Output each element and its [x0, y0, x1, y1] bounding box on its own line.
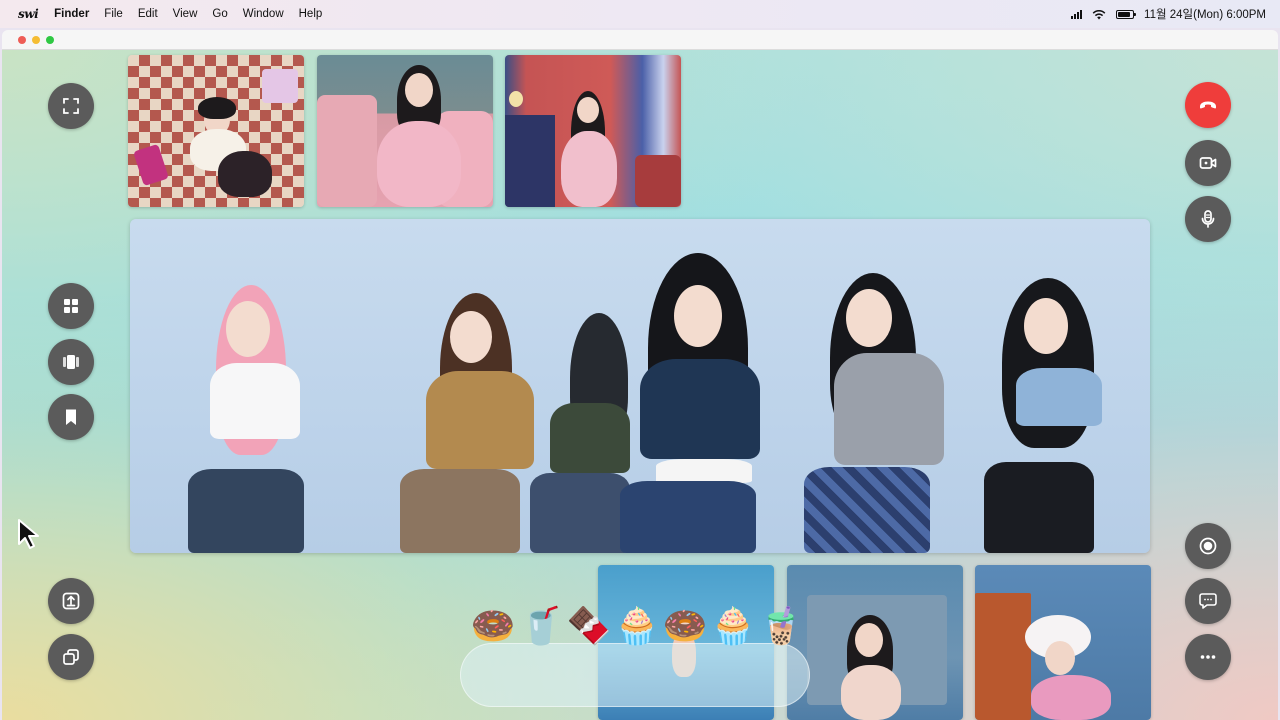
camera-toggle-button[interactable]: [1185, 140, 1231, 186]
sticker-tray: [460, 643, 810, 707]
menu-file[interactable]: File: [104, 8, 123, 20]
switch-window-button[interactable]: [48, 634, 94, 680]
chat-bubble-icon: [1199, 593, 1217, 609]
more-options-button[interactable]: [1185, 634, 1231, 680]
cake-sticker[interactable]: 🧁: [710, 604, 756, 648]
participant-tile-6[interactable]: [975, 565, 1151, 720]
glazed-donut-sticker[interactable]: 🍩: [662, 604, 708, 648]
expand-corners-icon: [63, 98, 79, 114]
clock[interactable]: 11월 24일(Mon) 6:00PM: [1144, 6, 1266, 22]
cupcake-sticker[interactable]: 🧁: [614, 604, 660, 648]
chat-button[interactable]: [1185, 578, 1231, 624]
share-screen-button[interactable]: [48, 578, 94, 624]
upload-icon: [62, 592, 80, 610]
mouse-cursor-icon: [18, 519, 39, 549]
participant-tile-2[interactable]: [317, 55, 493, 207]
bubble-tea-sticker[interactable]: 🧋: [758, 604, 804, 648]
window-title-bar: [2, 30, 1278, 50]
end-call-button[interactable]: [1185, 82, 1231, 128]
menu-window[interactable]: Window: [243, 8, 284, 20]
donut-sticker[interactable]: 🍩: [470, 604, 516, 648]
minimize-window-button[interactable]: [32, 36, 40, 44]
bookmark-button[interactable]: [48, 394, 94, 440]
participant-tile-5[interactable]: [787, 565, 963, 720]
menu-help[interactable]: Help: [299, 8, 323, 20]
menu-edit[interactable]: Edit: [138, 8, 158, 20]
record-icon: [1199, 537, 1217, 555]
carousel-icon: [63, 355, 79, 369]
menu-view[interactable]: View: [173, 8, 198, 20]
main-video[interactable]: [130, 219, 1150, 553]
zoom-window-button[interactable]: [46, 36, 54, 44]
menu-items: Finder File Edit View Go Window Help: [54, 8, 337, 20]
app-logo[interactable]: swi: [18, 7, 39, 21]
phone-hangup-icon: [1200, 101, 1216, 109]
chocolate-sticker[interactable]: 🍫: [566, 604, 612, 648]
participant-tile-1[interactable]: [128, 55, 304, 207]
fullscreen-button[interactable]: [48, 83, 94, 129]
battery-icon[interactable]: [1116, 9, 1137, 19]
filmstrip-view-button[interactable]: [48, 339, 94, 385]
microphone-toggle-button[interactable]: [1185, 196, 1231, 242]
milkshake-sticker[interactable]: 🥤: [518, 604, 564, 648]
bookmark-icon: [66, 409, 76, 425]
windows-icon: [63, 649, 79, 665]
menu-finder[interactable]: Finder: [54, 8, 89, 20]
participant-tile-3[interactable]: [505, 55, 681, 207]
grid-view-button[interactable]: [48, 283, 94, 329]
wifi-icon[interactable]: [1092, 9, 1106, 20]
status-area: 11월 24일(Mon) 6:00PM: [1071, 6, 1266, 22]
record-button[interactable]: [1185, 523, 1231, 569]
window-controls: [18, 36, 54, 44]
ellipsis-icon: [1200, 655, 1216, 659]
microphone-icon: [1201, 210, 1215, 228]
cellular-signal-icon[interactable]: [1071, 9, 1083, 19]
menu-go[interactable]: Go: [212, 8, 227, 20]
menu-bar: swi Finder File Edit View Go Window Help…: [0, 0, 1280, 28]
video-camera-icon: [1199, 157, 1217, 169]
grid-icon: [64, 299, 78, 313]
close-window-button[interactable]: [18, 36, 26, 44]
